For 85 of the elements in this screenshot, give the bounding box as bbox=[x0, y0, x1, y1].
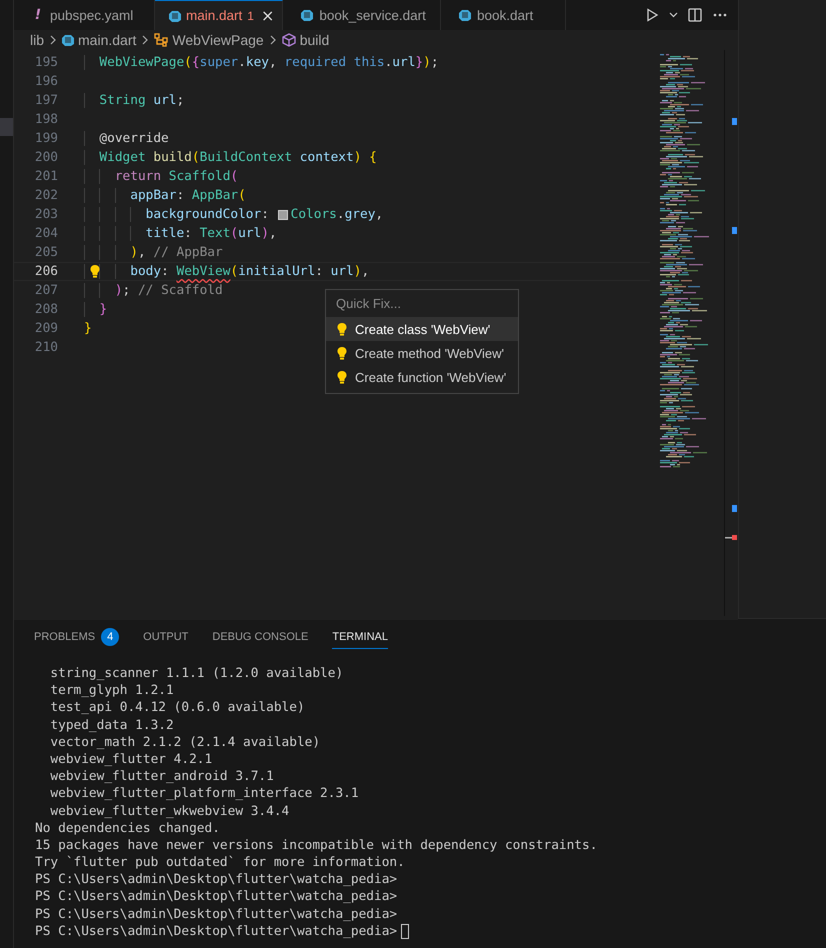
editor-tab[interactable]: main.dart 1 × bbox=[155, 0, 284, 30]
terminal-line: PS C:\Users\admin\Desktop\flutter\watcha_pedia> bbox=[35, 888, 398, 906]
code-text: body: WebView(initialUrl: url), bbox=[130, 264, 370, 279]
code-text: @override bbox=[99, 131, 169, 146]
code-text: Widget build(BuildContext context) { bbox=[99, 150, 377, 165]
tab-label: book.dart bbox=[476, 8, 534, 22]
dart-file-icon bbox=[458, 9, 471, 21]
lightbulb-icon bbox=[336, 370, 348, 384]
line-number: 199 bbox=[34, 131, 59, 146]
terminal-line: typed_data 1.3.2 bbox=[49, 716, 174, 734]
line-number: 198 bbox=[34, 112, 59, 127]
terminal-line: PS C:\Users\admin\Desktop\flutter\watcha_pedia> bbox=[35, 906, 398, 923]
terminal-line: term_glyph 1.2.1 bbox=[49, 682, 174, 700]
line-number: 207 bbox=[34, 283, 59, 298]
line-number: 203 bbox=[34, 207, 59, 222]
lightbulb-icon[interactable] bbox=[89, 264, 101, 278]
code-text: return Scaffold( bbox=[114, 169, 238, 184]
line-number: 206 bbox=[34, 264, 59, 279]
dart-file-icon bbox=[62, 34, 74, 46]
activity-highlight bbox=[0, 118, 13, 136]
chevron-right-icon bbox=[48, 34, 58, 46]
run-icon[interactable] bbox=[645, 8, 659, 22]
breadcrumb-item[interactable]: build bbox=[300, 32, 330, 48]
menu-item[interactable]: Create method 'WebView' bbox=[326, 341, 518, 365]
panel-tab[interactable]: PROBLEMS 4 bbox=[34, 622, 132, 652]
code-text: ); // Scaffold bbox=[114, 283, 223, 298]
code-text: appBar: AppBar( bbox=[130, 188, 246, 203]
terminal-line: Try `flutter pub outdated` for more information. bbox=[35, 854, 405, 872]
line-number: 200 bbox=[34, 150, 59, 165]
count-badge: 4 bbox=[101, 628, 120, 646]
line-number: 209 bbox=[34, 321, 59, 336]
line-number: 196 bbox=[34, 74, 59, 89]
terminal-line: PS C:\Users\admin\Desktop\flutter\watcha_pedia> bbox=[35, 871, 398, 888]
tab-label: pubspec.yaml bbox=[50, 8, 134, 22]
menu-item[interactable]: Create class 'WebView' bbox=[326, 317, 518, 341]
close-icon[interactable]: × bbox=[260, 8, 274, 24]
dart-file-icon bbox=[301, 9, 314, 21]
code-text: WebViewPage({super.key, required this.url}); bbox=[99, 55, 439, 70]
line-number: 201 bbox=[34, 169, 59, 184]
line-number: 197 bbox=[34, 93, 59, 108]
terminal-line: No dependencies changed. bbox=[35, 820, 220, 837]
terminal-line: test_api 0.4.12 (0.6.0 available) bbox=[49, 699, 305, 717]
menu-item[interactable]: Create function 'WebView' bbox=[326, 365, 518, 389]
cube-icon bbox=[282, 33, 296, 47]
tab-label: main.dart bbox=[186, 8, 242, 23]
line-number: 210 bbox=[34, 340, 59, 355]
breadcrumb-item[interactable]: main.dart bbox=[78, 32, 136, 48]
terminal-line: PS C:\Users\admin\Desktop\flutter\watcha_pedia> bbox=[35, 922, 398, 940]
terminal-line: webview_flutter 4.2.1 bbox=[49, 750, 212, 768]
terminal-line: webview_flutter_platform_interface 2.3.1 bbox=[49, 785, 359, 803]
line-number: 202 bbox=[34, 188, 59, 203]
menu-title: Quick Fix... bbox=[335, 295, 402, 313]
terminal-line: 15 packages have newer versions incompatible with dependency constraints. bbox=[35, 836, 598, 854]
code-text: ), // AppBar bbox=[130, 245, 223, 260]
dart-file-icon bbox=[169, 10, 181, 22]
line-number: 208 bbox=[34, 302, 59, 317]
code-text: String url; bbox=[99, 93, 184, 108]
line-number: 205 bbox=[34, 245, 59, 260]
code-text: } bbox=[84, 321, 92, 336]
code-text: Colors.grey, bbox=[290, 207, 384, 222]
breadcrumb-item[interactable]: lib bbox=[30, 32, 44, 48]
code-text: title: Text(url), bbox=[146, 226, 277, 241]
chevron-right-icon bbox=[140, 34, 150, 46]
problem-count: 1 bbox=[247, 8, 254, 22]
lightbulb-icon bbox=[336, 346, 348, 360]
tab-label: book_service.dart bbox=[319, 8, 426, 22]
terminal-line: vector_math 2.1.2 (2.1.4 available) bbox=[49, 734, 320, 751]
line-number: 204 bbox=[34, 226, 59, 241]
terminal-line: webview_flutter_android 3.7.1 bbox=[49, 768, 274, 786]
class-icon bbox=[154, 33, 168, 47]
line-number: 195 bbox=[34, 55, 59, 70]
terminal-cursor bbox=[401, 924, 410, 939]
code-text: } bbox=[99, 302, 108, 317]
panel-tab[interactable]: OUTPUT bbox=[143, 625, 200, 649]
code-text: backgroundColor: bbox=[146, 207, 270, 222]
split-editor-icon[interactable] bbox=[688, 8, 702, 22]
lightbulb-icon bbox=[336, 322, 348, 336]
color-swatch-icon[interactable] bbox=[278, 210, 288, 220]
terminal-line: string_scanner 1.1.1 (1.2.0 available) bbox=[49, 665, 344, 682]
exclamation-icon: ! bbox=[32, 7, 44, 23]
breadcrumb-item[interactable]: WebViewPage bbox=[172, 32, 264, 48]
terminal-line: webview_flutter_wkwebview 3.4.4 bbox=[49, 802, 290, 820]
panel-tab[interactable]: DEBUG CONSOLE bbox=[212, 625, 320, 649]
chevron-right-icon bbox=[268, 34, 278, 46]
panel-tab[interactable]: TERMINAL bbox=[332, 625, 388, 649]
